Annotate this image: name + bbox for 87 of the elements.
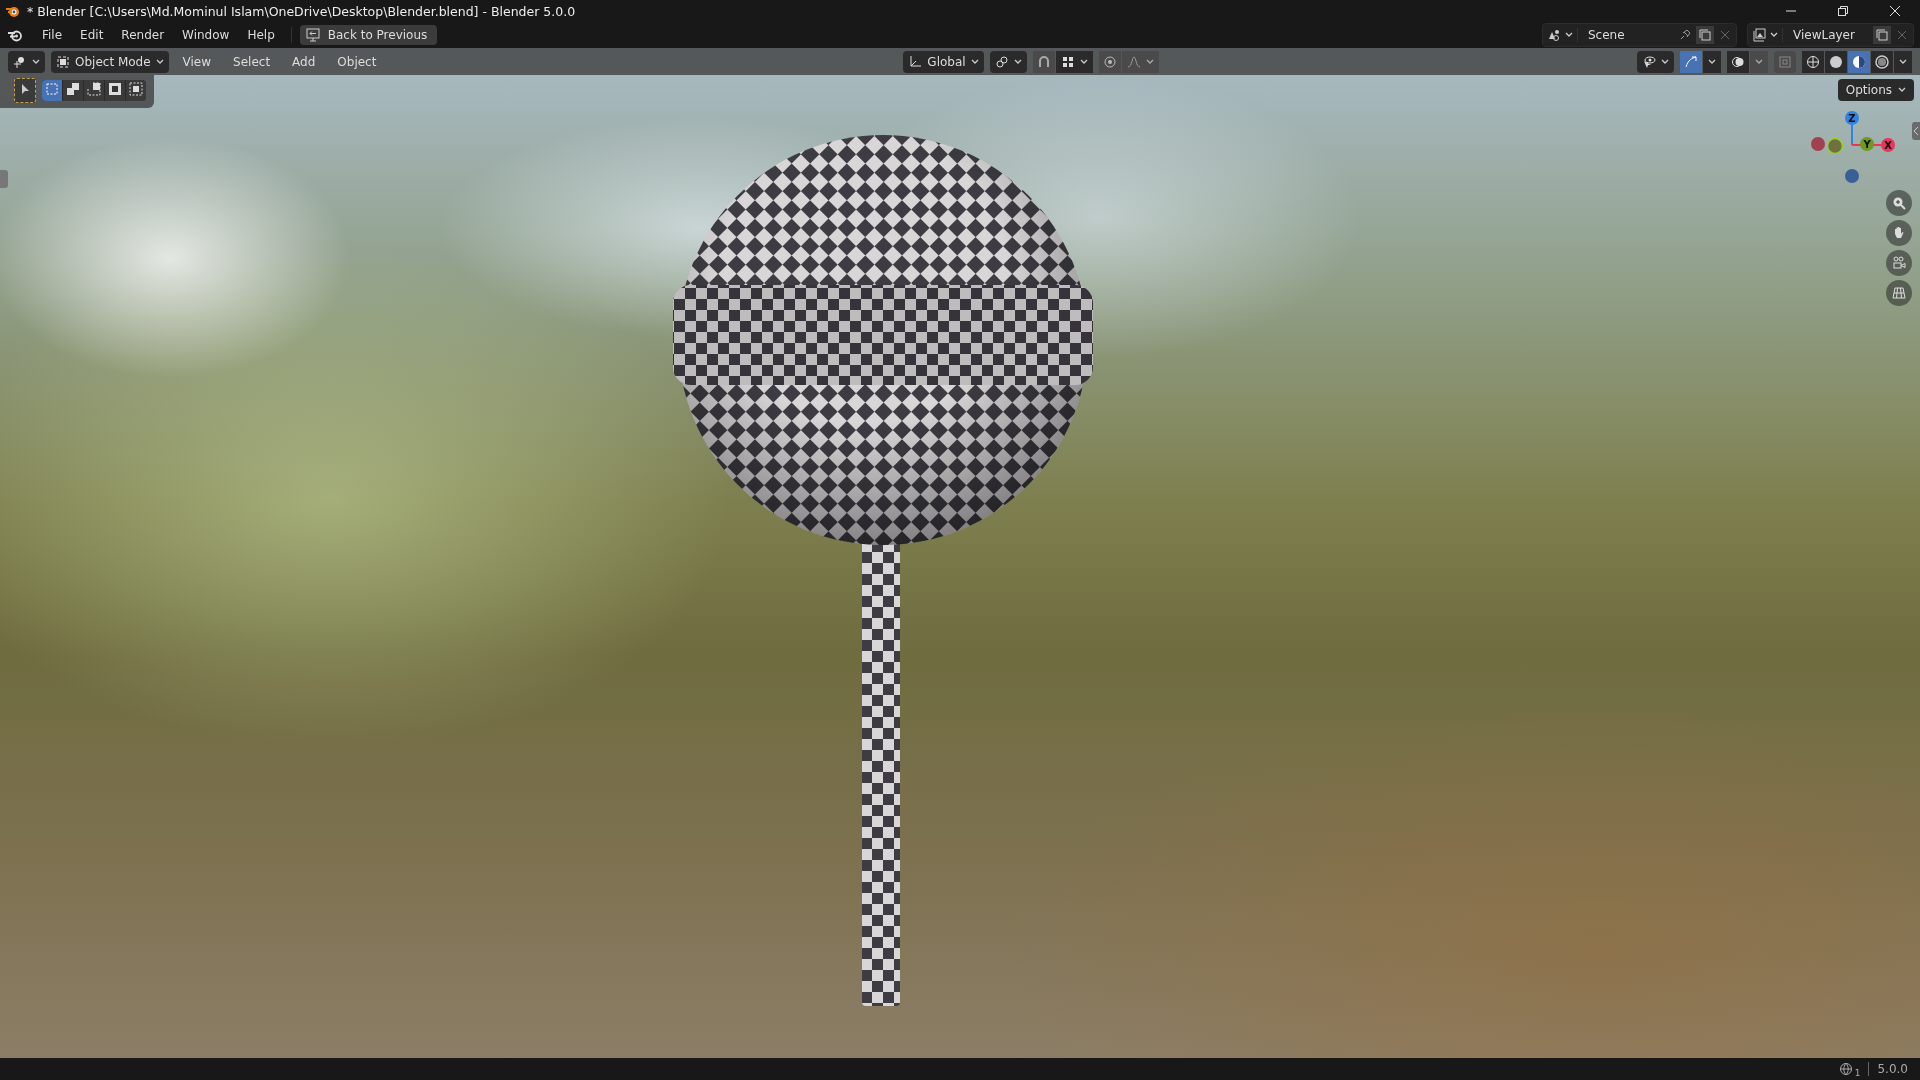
editor-type-button[interactable]	[8, 50, 45, 73]
close-icon[interactable]	[1889, 5, 1901, 17]
menu-item[interactable]: Help	[239, 25, 283, 45]
view-layer-icon[interactable]	[1752, 28, 1766, 42]
material-sphere-icon	[1852, 54, 1866, 69]
dashed-square-icon	[45, 82, 59, 96]
eye-pointer-icon	[1642, 54, 1656, 69]
camera-icon[interactable]	[1886, 250, 1912, 276]
object-mode-dropdown[interactable]: Object Mode	[51, 50, 169, 73]
chevron-icon	[1708, 58, 1716, 65]
intersect-squares-icon	[129, 82, 143, 96]
shading-mode-button[interactable]	[1848, 50, 1870, 73]
curve-icon	[1126, 54, 1141, 69]
scene-count: 1	[1854, 1068, 1861, 1078]
overlays-toggle[interactable]	[1727, 50, 1749, 73]
snap-toggle[interactable]	[1032, 50, 1055, 73]
object-mode-icon	[56, 54, 70, 69]
menu-item[interactable]: File	[34, 25, 71, 45]
viewport-icon	[13, 54, 27, 69]
menu-item[interactable]: Window	[174, 25, 238, 45]
menu-item[interactable]: View	[174, 51, 220, 72]
chevron-icon	[1755, 58, 1763, 65]
overlapping-circles-icon	[1731, 54, 1745, 69]
selection-mode-button[interactable]	[126, 80, 146, 101]
snap-target-dropdown[interactable]	[1055, 50, 1093, 73]
four-squares-icon	[1060, 54, 1075, 69]
pivot-dropdown[interactable]	[989, 50, 1027, 73]
version-text: 5.0.0	[1877, 1062, 1908, 1076]
chevron-icon[interactable]	[1770, 32, 1778, 38]
subtract-squares-icon	[87, 82, 101, 96]
menu-item[interactable]: Edit	[72, 25, 112, 45]
copy-icon[interactable]	[1696, 26, 1714, 44]
xray-toggle[interactable]	[1774, 50, 1796, 73]
target-circle-icon	[1102, 54, 1117, 69]
gizmo-toggle[interactable]	[1680, 50, 1702, 73]
back-to-previous-button[interactable]: Back to Previous	[299, 25, 438, 45]
zoom-icon[interactable]	[1886, 190, 1912, 216]
shading-mode-button[interactable]	[1871, 50, 1893, 73]
axis-label[interactable]: Z	[1845, 111, 1859, 125]
back-screen-icon	[305, 28, 320, 42]
chevron-icon[interactable]	[1565, 32, 1573, 38]
merged-squares-icon	[66, 82, 80, 96]
hand-icon[interactable]	[1886, 220, 1912, 246]
wireframe-sphere-icon	[1806, 54, 1820, 69]
globe-icon	[1838, 1062, 1853, 1076]
pin-icon[interactable]	[1678, 28, 1692, 42]
scene-icon[interactable]	[1547, 28, 1561, 42]
chevron-icon	[1013, 58, 1022, 65]
invert-squares-icon	[108, 82, 122, 96]
menu-item[interactable]: Select	[225, 51, 279, 72]
rendered-sphere-icon	[1875, 54, 1889, 69]
chevron-left-icon	[1912, 125, 1920, 137]
restore-icon[interactable]	[1837, 5, 1849, 17]
chevron-icon	[1899, 58, 1907, 65]
proportional-edit-toggle[interactable]	[1098, 50, 1121, 73]
copy-icon[interactable]	[1873, 26, 1891, 44]
solid-sphere-icon	[1829, 54, 1843, 69]
arrow-arc-icon	[1684, 54, 1698, 69]
chevron-icon	[155, 58, 164, 65]
shading-mode-button[interactable]	[1825, 50, 1847, 73]
chevron-icon	[32, 58, 40, 65]
selection-mode-button[interactable]	[105, 80, 125, 101]
grid-icon[interactable]	[1886, 280, 1912, 306]
magnet-icon	[1036, 54, 1051, 69]
orientation-dropdown[interactable]: Global	[903, 50, 984, 73]
options-dropdown[interactable]: Options	[1837, 79, 1914, 101]
window-title: * Blender [C:\Users\Md.Mominul Islam\OneDrive\Desktop\Blender.blend] - Blender 5.0.0	[27, 3, 576, 19]
axis-label[interactable]: Y	[1860, 137, 1874, 151]
chevron-icon	[1898, 87, 1906, 93]
linked-circles-icon	[994, 54, 1009, 69]
selection-mode-button[interactable]	[84, 80, 104, 101]
sidebar-toggle-tab[interactable]	[1912, 122, 1920, 140]
gizmo-dropdown[interactable]	[1703, 50, 1721, 73]
nested-squares-icon	[1778, 54, 1792, 69]
select-tool-button[interactable]	[14, 78, 36, 103]
chevron-icon	[1145, 58, 1154, 65]
shading-mode-button[interactable]	[1802, 50, 1824, 73]
selection-mode-button[interactable]	[63, 80, 83, 101]
axes-icon	[908, 54, 923, 69]
chevron-icon	[1661, 58, 1669, 65]
chevron-icon	[1079, 58, 1088, 65]
menu-item[interactable]: Add	[284, 51, 324, 72]
axis-label[interactable]: X	[1881, 138, 1895, 152]
chevron-icon	[970, 58, 979, 65]
menu-item[interactable]: Object	[329, 51, 385, 72]
visibility-dropdown[interactable]	[1637, 50, 1674, 73]
menu-item[interactable]: Render	[113, 25, 173, 45]
